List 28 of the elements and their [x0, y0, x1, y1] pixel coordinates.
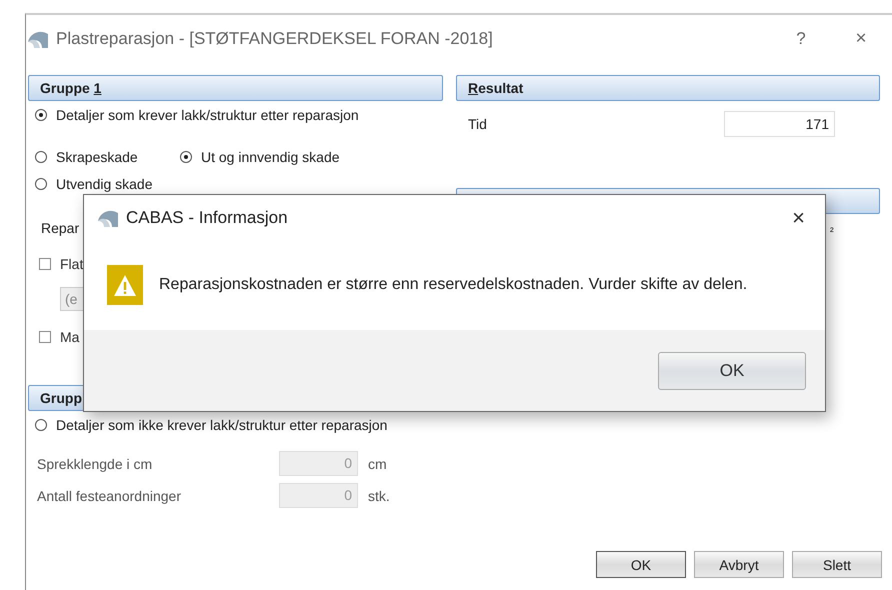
dialog-title: CABAS - Informasjon [126, 208, 289, 228]
dialog-button[interactable]: Avbryt [694, 551, 784, 578]
radio-option[interactable]: Detaljer som ikke krever lakk/struktur etter reparasjon [28, 415, 388, 435]
close-button[interactable]: × [836, 26, 886, 50]
field-label: Repar [41, 219, 80, 238]
radio-option[interactable]: Utvendig skade [28, 174, 173, 194]
group-header: Resultat [456, 75, 880, 101]
dialog-button[interactable]: OK [596, 551, 686, 578]
dialog-button[interactable]: Slett [792, 551, 882, 578]
field-label: Tid [467, 116, 488, 132]
unit-label: ² [830, 226, 834, 240]
unit-label: cm [368, 456, 387, 472]
window-title: Plastreparasjon - [STØTFANGERDEKSEL FORAN -2018] [56, 28, 494, 48]
warning-icon [107, 265, 143, 305]
field-label: Antall festeanordninger [36, 488, 182, 504]
checkbox-option[interactable]: Flat [28, 254, 84, 274]
unit-label: stk. [368, 488, 390, 504]
radio-option[interactable]: Detaljer som krever lakk/struktur etter reparasjon [28, 105, 359, 125]
group-header: Gruppe 1 [28, 75, 443, 101]
close-button[interactable]: × [786, 204, 811, 232]
help-button[interactable]: ? [786, 28, 816, 50]
radio-option[interactable]: Skrapeskade [28, 147, 173, 167]
field-label: Sprekklengde i cm [36, 456, 154, 472]
radio-option[interactable]: Ut og innvendig skade [173, 147, 340, 167]
message-text: Reparasjonskostnaden er større enn reservedelskostnaden. Vurder skifte av delen. [159, 276, 748, 294]
ok-button[interactable]: OK [658, 352, 806, 390]
time-field[interactable]: 171 [724, 111, 835, 137]
checkbox-option[interactable]: Ma [28, 327, 80, 347]
